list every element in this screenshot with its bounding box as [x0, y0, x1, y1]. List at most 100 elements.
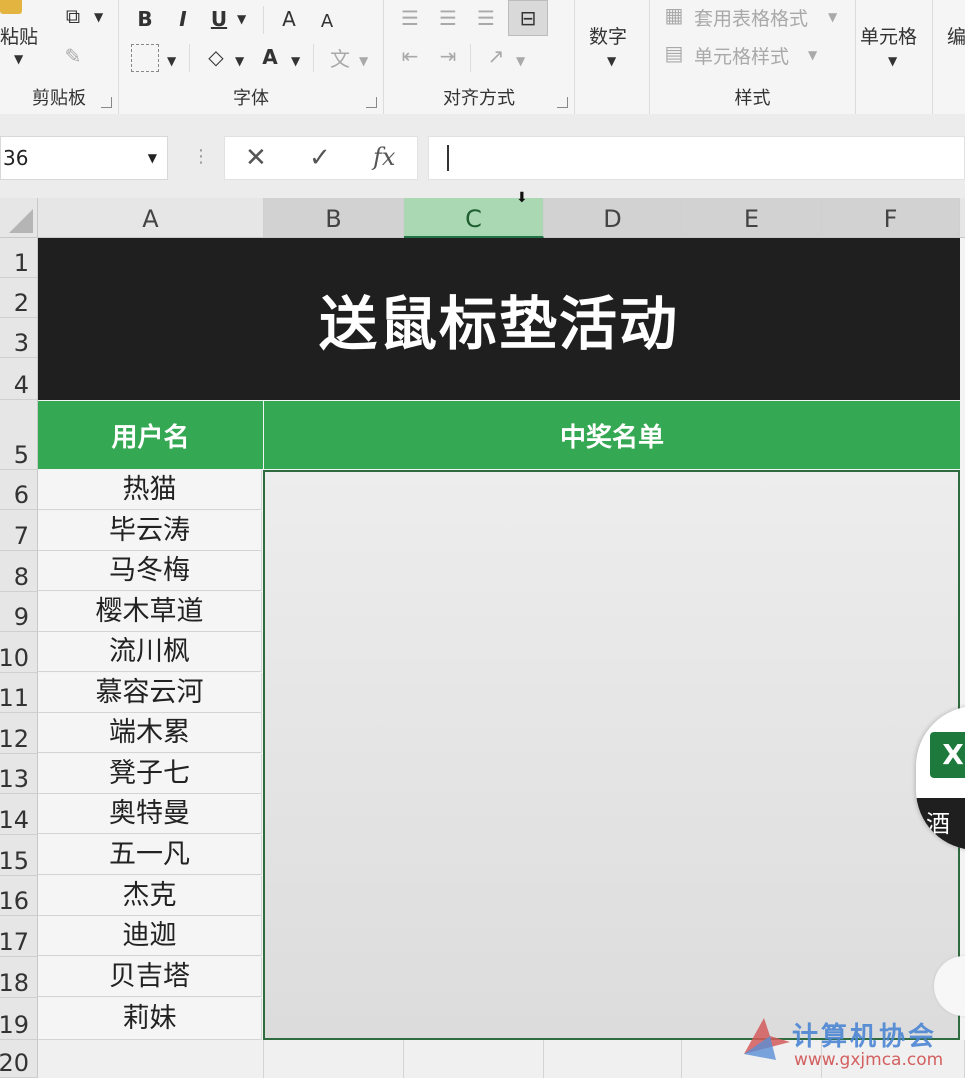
user-name-cell[interactable]: 五一凡: [38, 835, 262, 875]
user-name-cell[interactable]: 毕云涛: [38, 511, 262, 551]
name-box-dropdown-icon[interactable]: ▼: [148, 137, 157, 179]
alignment-group: ☰ ☰ ☰ ⊟ ⇤ ⇥ ↗ ▼ 对齐方式: [384, 0, 575, 114]
paste-button[interactable]: 粘贴: [0, 22, 38, 49]
row-header[interactable]: 9: [0, 592, 38, 632]
borders-icon[interactable]: [131, 44, 159, 72]
table-format-button[interactable]: 套用表格格式: [694, 4, 808, 31]
column-header-d[interactable]: D: [544, 198, 682, 238]
phonetic-button[interactable]: 文: [325, 42, 355, 72]
paste-dropdown-icon[interactable]: ▼: [14, 52, 23, 66]
row-header[interactable]: 20: [0, 1040, 38, 1078]
user-name-cell[interactable]: 迪迦: [38, 916, 262, 956]
format-painter-icon[interactable]: ✎: [58, 42, 88, 70]
underline-dropdown-icon[interactable]: ▼: [237, 12, 246, 26]
align-top-icon[interactable]: ☰: [396, 4, 424, 32]
copy-dropdown-icon[interactable]: ▼: [94, 10, 103, 24]
user-name-cell[interactable]: 莉妹: [38, 998, 262, 1040]
row-header[interactable]: 1: [0, 238, 38, 278]
orientation-icon[interactable]: ↗: [482, 42, 510, 70]
row-header[interactable]: 7: [0, 510, 38, 551]
row-header[interactable]: 6: [0, 470, 38, 510]
increase-indent-icon[interactable]: ⇥: [434, 42, 462, 70]
column-header-e[interactable]: E: [682, 198, 822, 238]
row-header[interactable]: 18: [0, 957, 38, 998]
row-header[interactable]: 5: [0, 400, 38, 470]
orientation-dropdown-icon[interactable]: ▼: [516, 54, 525, 68]
align-bottom-icon[interactable]: ☰: [472, 4, 500, 32]
user-name-cell[interactable]: 马冬梅: [38, 551, 262, 591]
row-header[interactable]: 8: [0, 551, 38, 592]
editing-button[interactable]: 编: [947, 22, 965, 49]
enter-icon[interactable]: ✓: [309, 143, 331, 173]
grow-font-button[interactable]: A: [275, 4, 303, 34]
empty-cell[interactable]: [544, 1040, 682, 1078]
user-name-cell[interactable]: 奥特曼: [38, 794, 262, 834]
row-header[interactable]: 11: [0, 673, 38, 713]
table-format-icon[interactable]: ▦: [660, 2, 688, 28]
row-header[interactable]: 2: [0, 278, 38, 318]
bold-button[interactable]: B: [131, 4, 159, 34]
row-header[interactable]: 15: [0, 835, 38, 876]
cell-styles-dropdown-icon[interactable]: ▼: [808, 48, 817, 62]
row-header[interactable]: 19: [0, 998, 38, 1040]
cell-styles-icon[interactable]: ▤: [660, 40, 688, 66]
row-header[interactable]: 13: [0, 754, 38, 794]
row-header[interactable]: 16: [0, 876, 38, 916]
sheet-title-cell[interactable]: 送鼠标垫活动: [38, 238, 960, 400]
user-name-cell[interactable]: 凳子七: [38, 754, 262, 794]
empty-cell[interactable]: [264, 1040, 404, 1078]
column-header-a[interactable]: A: [38, 198, 264, 238]
user-name-cell[interactable]: 樱木草道: [38, 592, 262, 632]
row-header[interactable]: 17: [0, 916, 38, 957]
number-format-button[interactable]: 数字: [589, 22, 627, 49]
select-all-button[interactable]: [0, 198, 38, 238]
empty-cell[interactable]: [38, 1040, 264, 1078]
badge-text: 酒: [916, 798, 965, 850]
copy-icon[interactable]: ⧉: [58, 2, 88, 30]
user-name-cell[interactable]: 端木累: [38, 713, 262, 753]
cancel-icon[interactable]: ✕: [245, 143, 267, 173]
formula-input[interactable]: [428, 136, 965, 180]
merge-center-icon[interactable]: ⊟: [508, 0, 548, 36]
cells-dropdown-icon[interactable]: ▼: [888, 54, 897, 68]
row-header[interactable]: 12: [0, 713, 38, 754]
insert-function-icon[interactable]: fx: [373, 143, 395, 171]
number-dropdown-icon[interactable]: ▼: [607, 54, 616, 68]
font-launcher-icon[interactable]: [366, 97, 377, 108]
user-name-cell[interactable]: 杰克: [38, 876, 262, 916]
column-header-g[interactable]: [960, 198, 965, 238]
row-header[interactable]: 10: [0, 632, 38, 673]
user-name-cell[interactable]: 热猫: [38, 470, 262, 510]
paste-icon[interactable]: [0, 0, 22, 14]
shrink-font-button[interactable]: A: [313, 6, 341, 36]
name-box[interactable]: 36 ▼: [0, 136, 168, 180]
underline-button[interactable]: U: [205, 4, 233, 34]
decrease-indent-icon[interactable]: ⇤: [396, 42, 424, 70]
row-header[interactable]: 14: [0, 794, 38, 835]
user-header-cell[interactable]: 用户名: [38, 401, 263, 469]
row-header[interactable]: 3: [0, 318, 38, 358]
cells-button[interactable]: 单元格: [860, 22, 917, 49]
font-color-dropdown-icon[interactable]: ▼: [291, 54, 300, 68]
winners-header-cell[interactable]: 中奖名单: [264, 401, 960, 469]
winners-merged-cell[interactable]: [263, 470, 960, 1040]
row-header[interactable]: 4: [0, 358, 38, 400]
user-name-cell[interactable]: 贝吉塔: [38, 957, 262, 997]
column-header-f[interactable]: F: [822, 198, 960, 238]
font-color-button[interactable]: A: [255, 42, 285, 72]
table-format-dropdown-icon[interactable]: ▼: [828, 10, 837, 24]
user-name-cell[interactable]: 慕容云河: [38, 673, 262, 713]
alignment-launcher-icon[interactable]: [557, 97, 568, 108]
user-name-cell[interactable]: 流川枫: [38, 632, 262, 672]
clipboard-launcher-icon[interactable]: [101, 97, 112, 108]
cell-styles-button[interactable]: 单元格样式: [694, 42, 789, 69]
column-header-b[interactable]: B: [264, 198, 404, 238]
italic-button[interactable]: I: [169, 4, 197, 34]
formula-bar-grip-icon[interactable]: ⋮: [192, 146, 210, 167]
empty-cell[interactable]: [404, 1040, 544, 1078]
fill-color-icon[interactable]: ◇: [201, 42, 231, 72]
fill-color-dropdown-icon[interactable]: ▼: [235, 54, 244, 68]
align-middle-icon[interactable]: ☰: [434, 4, 462, 32]
phonetic-dropdown-icon[interactable]: ▼: [359, 54, 368, 68]
borders-dropdown-icon[interactable]: ▼: [167, 54, 176, 68]
